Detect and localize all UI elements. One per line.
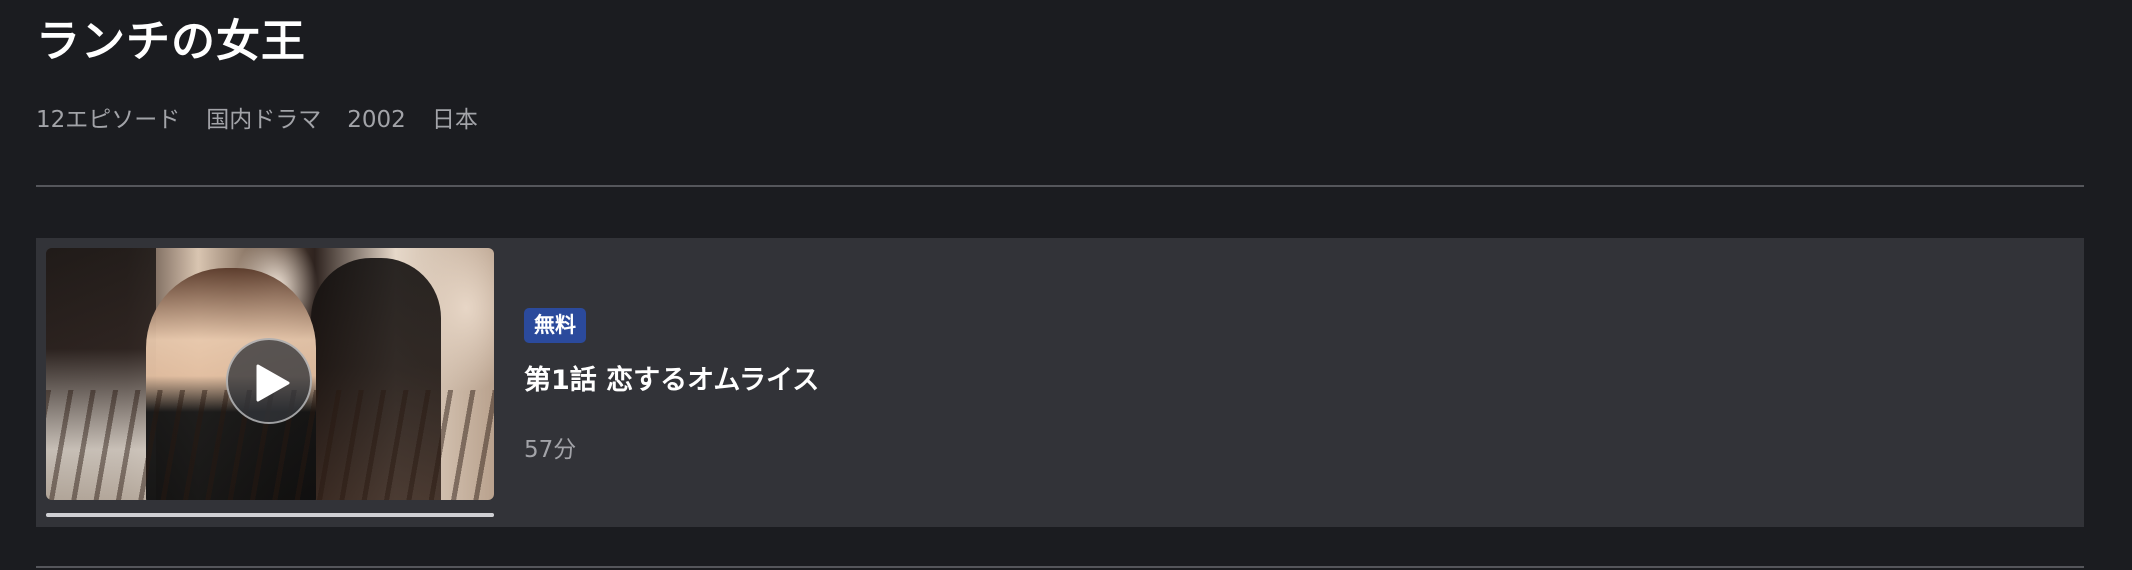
country: 日本 [431,107,478,133]
play-button[interactable] [226,338,312,424]
genre: 国内ドラマ [206,107,322,133]
release-year: 2002 [347,107,406,133]
series-title: ランチの女王 [36,16,306,67]
episode-thumbnail[interactable] [46,248,494,500]
episode-count: 12エピソード [36,107,181,133]
bottom-divider [36,566,2084,568]
section-divider [36,185,2084,187]
series-meta: 12エピソード 国内ドラマ 2002 日本 [36,104,478,136]
episode-card[interactable]: 無料 第1話 恋するオムライス 57分 [36,238,2084,527]
watch-progress-fill [46,513,494,517]
play-icon [256,364,290,402]
episode-duration: 57分 [524,437,577,463]
watch-progress-bar [46,513,494,517]
free-badge: 無料 [524,308,586,343]
episode-title[interactable]: 第1話 恋するオムライス [524,362,819,400]
